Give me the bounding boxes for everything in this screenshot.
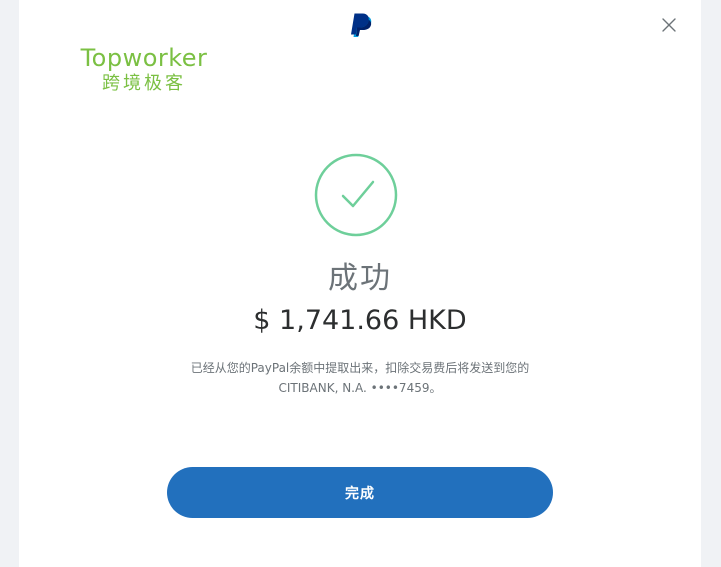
watermark: Topworker 跨境极客 (69, 44, 219, 96)
status-title: 成功 (328, 261, 392, 296)
watermark-subtitle: 跨境极客 (102, 73, 186, 94)
watermark-title: Topworker (80, 44, 208, 72)
close-icon (662, 18, 676, 32)
success-check-icon (313, 152, 399, 238)
status-message-line-2: CITIBANK, N.A. ••••7459。 (278, 381, 442, 395)
withdraw-success-dialog: Topworker 跨境极客 成功 $ 1,741.66 HKD 已经从您的Pa… (19, 0, 701, 567)
amount-value: $ 1,741.66 HKD (253, 305, 467, 336)
close-button[interactable] (658, 14, 680, 36)
status-message-line-1: 已经从您的PayPal余额中提取出来，扣除交易费后将发送到您的 (190, 361, 530, 375)
status-message: 已经从您的PayPal余额中提取出来，扣除交易费后将发送到您的 CITIBANK… (160, 358, 560, 398)
done-button[interactable]: 完成 (167, 467, 553, 518)
paypal-logo-icon (348, 12, 374, 40)
